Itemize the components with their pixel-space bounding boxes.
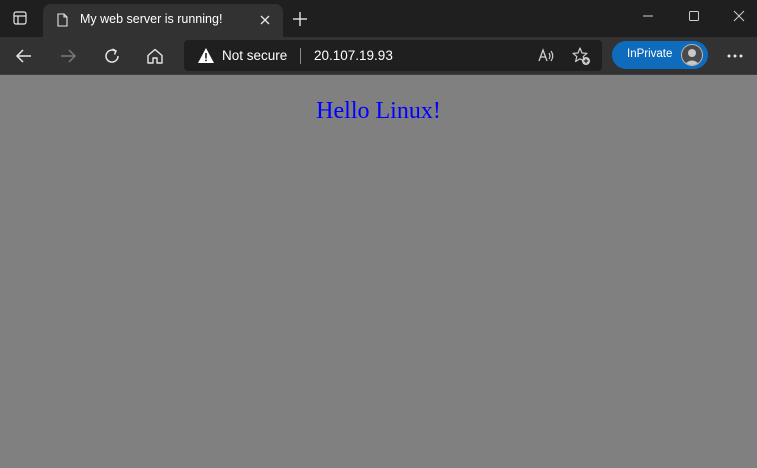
refresh-icon	[105, 48, 119, 63]
title-bar: My web server is running!	[0, 0, 757, 37]
read-aloud-icon[interactable]	[536, 46, 556, 66]
tab-actions-icon	[13, 11, 27, 25]
page-heading: Hello Linux!	[316, 98, 441, 124]
browser-window: My web server is running! Not secure 20.…	[0, 0, 757, 468]
minimize-icon[interactable]	[640, 8, 656, 24]
tab-actions-button[interactable]	[8, 6, 32, 30]
warning-icon[interactable]	[197, 47, 215, 64]
maximize-icon[interactable]	[686, 8, 702, 24]
security-label[interactable]: Not secure	[222, 48, 287, 63]
page-content: Hello Linux!	[0, 75, 757, 468]
toolbar: Not secure 20.107.19.93 InPrivate	[0, 37, 757, 75]
refresh-button[interactable]	[100, 44, 124, 68]
inprivate-button[interactable]: InPrivate	[612, 41, 708, 69]
forward-button[interactable]	[56, 44, 80, 68]
more-icon[interactable]	[724, 45, 746, 67]
close-icon[interactable]	[258, 13, 272, 27]
close-icon[interactable]	[731, 8, 747, 24]
avatar	[681, 44, 703, 66]
page-icon	[57, 13, 68, 27]
arrow-right-icon	[61, 49, 77, 63]
arrow-left-icon	[15, 49, 31, 63]
home-icon	[147, 48, 163, 64]
tab-title: My web server is running!	[80, 12, 223, 26]
inprivate-label: InPrivate	[627, 48, 673, 60]
plus-icon[interactable]	[290, 9, 310, 29]
address-divider	[300, 48, 301, 64]
home-button[interactable]	[143, 44, 167, 68]
tab-active[interactable]: My web server is running!	[43, 4, 283, 37]
url-text[interactable]: 20.107.19.93	[314, 48, 393, 63]
address-bar[interactable]: Not secure 20.107.19.93	[184, 40, 602, 71]
star-plus-icon[interactable]	[571, 46, 591, 66]
back-button[interactable]	[12, 44, 36, 68]
person-icon	[684, 49, 700, 65]
